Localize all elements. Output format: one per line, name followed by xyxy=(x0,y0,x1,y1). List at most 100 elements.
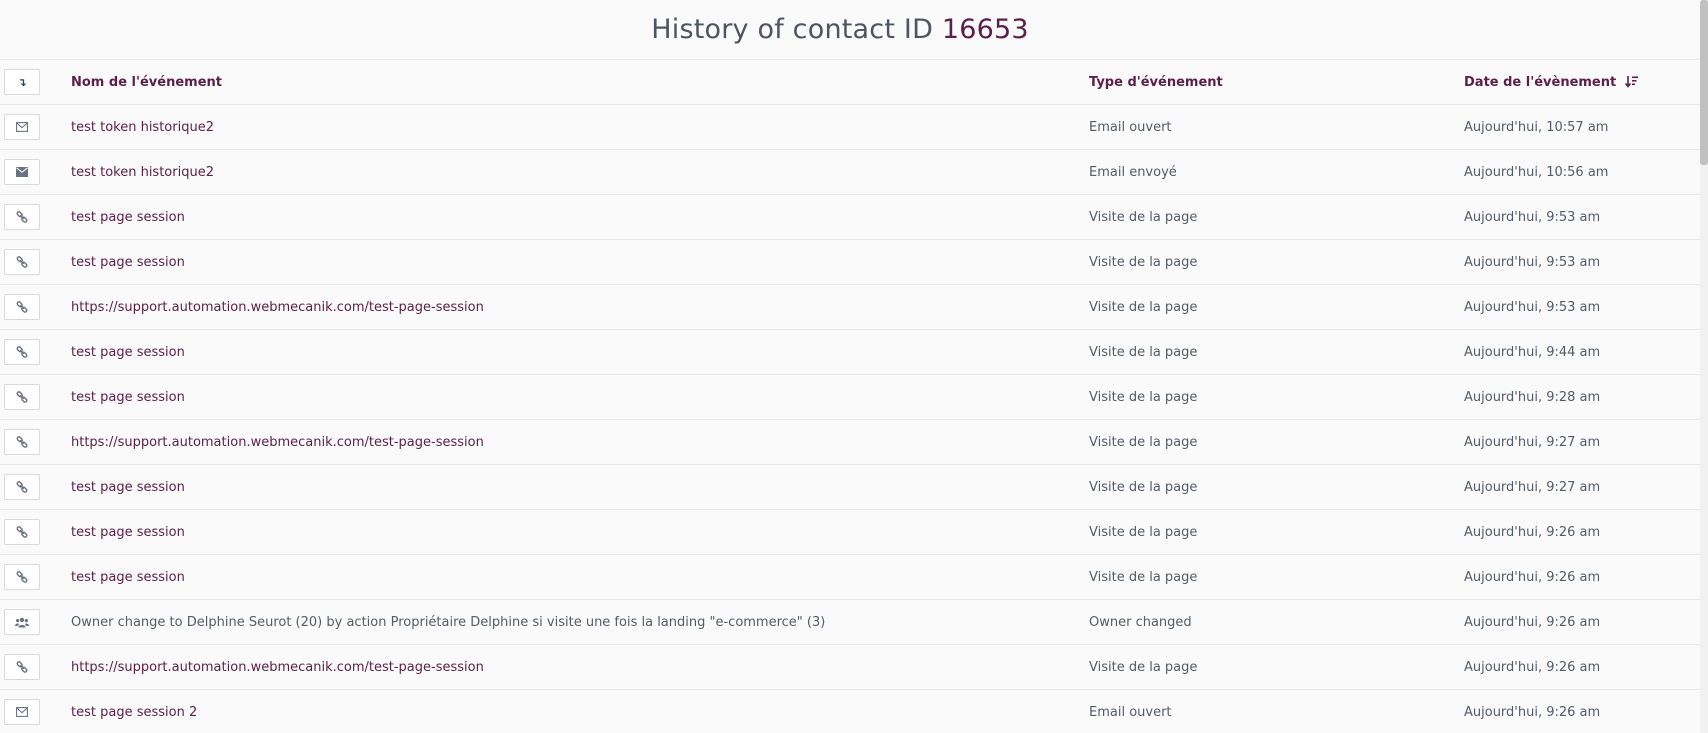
link-icon xyxy=(16,301,28,313)
expand-toggle-button[interactable]: ↴ xyxy=(4,69,40,95)
event-name: Owner change to Delphine Seurot (20) by … xyxy=(71,614,826,630)
event-name[interactable]: https://support.automation.webmecanik.co… xyxy=(71,435,1089,450)
event-type: Visite de la page xyxy=(1089,254,1198,270)
event-type-button[interactable] xyxy=(4,339,40,365)
event-date: Aujourd'hui, 9:53 am xyxy=(1464,209,1601,225)
event-name[interactable]: test token historique2 xyxy=(71,165,1089,180)
scrollbar-thumb[interactable] xyxy=(1700,0,1708,165)
event-type-button[interactable] xyxy=(4,699,40,725)
table-row: https://support.automation.webmecanik.co… xyxy=(0,285,1700,330)
event-type: Visite de la page xyxy=(1089,524,1198,540)
link-icon xyxy=(16,526,28,538)
table-row: test page session Visite de la page Aujour… xyxy=(0,465,1700,510)
event-type-button[interactable] xyxy=(4,249,40,275)
event-type-button[interactable] xyxy=(4,114,40,140)
event-type: Visite de la page xyxy=(1089,389,1198,405)
event-date: Aujourd'hui, 9:28 am xyxy=(1464,389,1601,405)
event-name[interactable]: test page session xyxy=(71,210,1089,225)
envelope-open-icon xyxy=(16,122,28,132)
link-icon xyxy=(16,436,28,448)
event-date: Aujourd'hui, 9:26 am xyxy=(1464,704,1601,720)
event-type-button[interactable] xyxy=(4,204,40,230)
row-icon-cell xyxy=(0,654,71,680)
table-header-row: ↴ Nom de l'événement Type d'événement Da… xyxy=(0,60,1700,105)
event-date: Aujourd'hui, 10:57 am xyxy=(1464,119,1609,135)
event-date: Aujourd'hui, 9:26 am xyxy=(1464,524,1601,540)
vertical-scrollbar[interactable] xyxy=(1700,0,1708,733)
event-type: Visite de la page xyxy=(1089,209,1198,225)
link-icon xyxy=(16,256,28,268)
column-header-date[interactable]: Date de l'évènement xyxy=(1464,75,1700,90)
row-icon-cell xyxy=(0,564,71,590)
envelope-open-icon xyxy=(16,707,28,717)
row-icon-cell xyxy=(0,609,71,635)
page-title: History of contact ID 16653 xyxy=(651,14,1029,45)
title-prefix: History of contact ID xyxy=(651,14,934,45)
row-icon-cell xyxy=(0,249,71,275)
event-type-button[interactable] xyxy=(4,564,40,590)
event-date: Aujourd'hui, 9:27 am xyxy=(1464,434,1601,450)
event-name[interactable]: https://support.automation.webmecanik.co… xyxy=(71,660,1089,675)
table-row: test page session Visite de la page Aujour… xyxy=(0,510,1700,555)
row-icon-cell xyxy=(0,429,71,455)
table-row: https://support.automation.webmecanik.co… xyxy=(0,645,1700,690)
column-header-type[interactable]: Type d'événement xyxy=(1089,75,1464,90)
row-icon-cell xyxy=(0,114,71,140)
event-type: Owner changed xyxy=(1089,614,1192,630)
event-date: Aujourd'hui, 9:26 am xyxy=(1464,569,1601,585)
event-type: Visite de la page xyxy=(1089,659,1198,675)
event-date: Aujourd'hui, 9:27 am xyxy=(1464,479,1601,495)
contact-id: 16653 xyxy=(941,14,1029,45)
column-header-name[interactable]: Nom de l'événement xyxy=(71,75,1089,90)
event-name[interactable]: test page session xyxy=(71,390,1089,405)
header-toggle-cell: ↴ xyxy=(0,69,71,95)
table-row: test page session Visite de la page Aujour… xyxy=(0,375,1700,420)
title-bar: History of contact ID 16653 xyxy=(0,0,1708,60)
table-row: test page session Visite de la page Aujour… xyxy=(0,195,1700,240)
row-icon-cell xyxy=(0,159,71,185)
link-icon xyxy=(16,481,28,493)
column-header-date-label: Date de l'évènement xyxy=(1464,74,1617,90)
event-name[interactable]: https://support.automation.webmecanik.co… xyxy=(71,300,1089,315)
event-type-button[interactable] xyxy=(4,609,40,635)
event-type: Email ouvert xyxy=(1089,119,1172,135)
envelope-icon xyxy=(16,167,28,177)
table-row: test page session Visite de la page Aujour… xyxy=(0,555,1700,600)
event-type: Email envoyé xyxy=(1089,164,1177,180)
event-type-button[interactable] xyxy=(4,654,40,680)
link-icon xyxy=(16,346,28,358)
event-date: Aujourd'hui, 9:53 am xyxy=(1464,299,1601,315)
row-icon-cell xyxy=(0,204,71,230)
row-icon-cell xyxy=(0,384,71,410)
row-icon-cell xyxy=(0,294,71,320)
event-name[interactable]: test token historique2 xyxy=(71,120,1089,135)
table-row: test page session 2 Email ouvert Aujourd'h… xyxy=(0,690,1700,733)
event-date: Aujourd'hui, 9:26 am xyxy=(1464,614,1601,630)
table-row: Owner change to Delphine Seurot (20) by … xyxy=(0,600,1700,645)
event-type-button[interactable] xyxy=(4,429,40,455)
event-type: Visite de la page xyxy=(1089,344,1198,360)
event-type-button[interactable] xyxy=(4,474,40,500)
event-type: Visite de la page xyxy=(1089,479,1198,495)
event-name[interactable]: test page session xyxy=(71,255,1089,270)
sort-descending-icon xyxy=(1624,75,1638,88)
event-date: Aujourd'hui, 10:56 am xyxy=(1464,164,1609,180)
event-name[interactable]: test page session xyxy=(71,525,1089,540)
table-body: test token historique2 Email ouvert Aujour… xyxy=(0,105,1700,733)
row-icon-cell xyxy=(0,699,71,725)
event-type-button[interactable] xyxy=(4,294,40,320)
contact-history-page: History of contact ID 16653 ↴ Nom de l'é… xyxy=(0,0,1708,733)
event-type: Visite de la page xyxy=(1089,434,1198,450)
table-row: test page session Visite de la page Aujour… xyxy=(0,240,1700,285)
event-type-button[interactable] xyxy=(4,519,40,545)
link-icon xyxy=(16,391,28,403)
link-icon xyxy=(16,661,28,673)
event-name[interactable]: test page session xyxy=(71,345,1089,360)
event-name[interactable]: test page session xyxy=(71,570,1089,585)
row-icon-cell xyxy=(0,519,71,545)
event-type-button[interactable] xyxy=(4,159,40,185)
event-name[interactable]: test page session 2 xyxy=(71,705,1089,720)
event-type-button[interactable] xyxy=(4,384,40,410)
event-name[interactable]: test page session xyxy=(71,480,1089,495)
users-icon xyxy=(15,617,29,628)
